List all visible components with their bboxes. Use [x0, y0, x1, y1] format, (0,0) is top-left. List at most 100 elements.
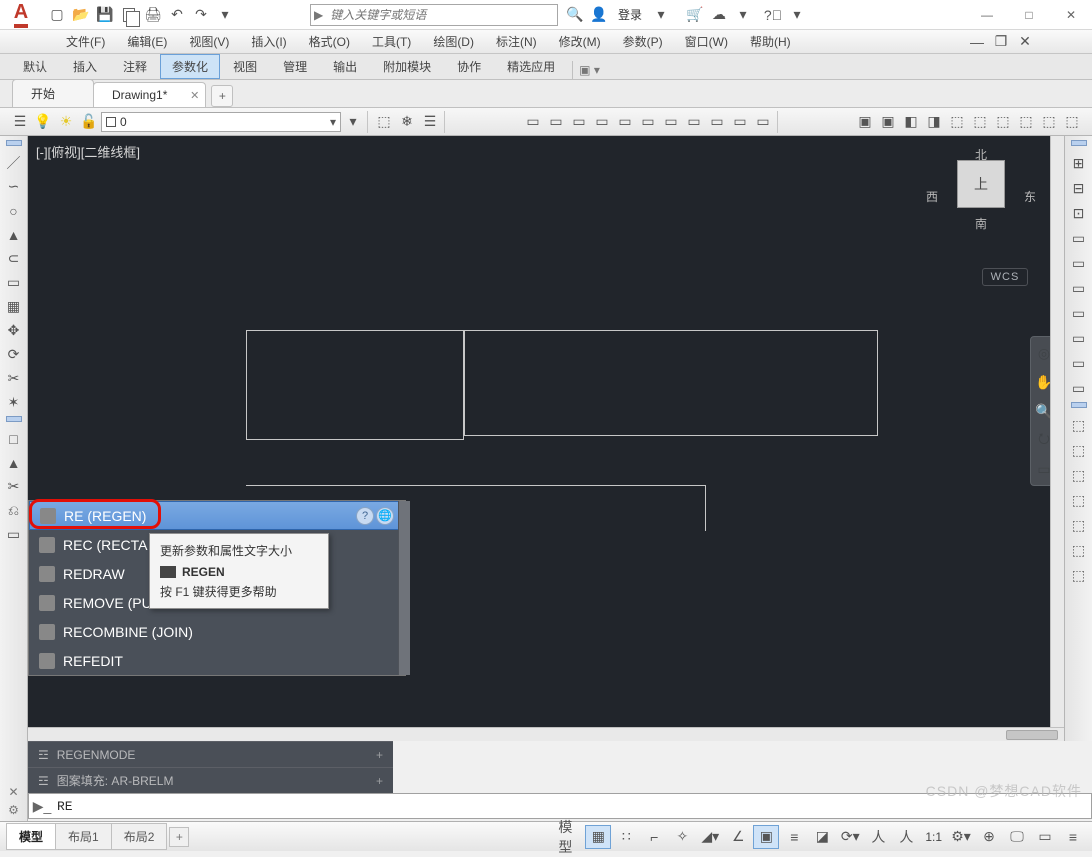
- drawing-canvas[interactable]: [-][俯视][二维线框] 北 西 上 东 南 WCS ◎ ✋ 🔍 ⭮ ▭ R: [28, 136, 1064, 741]
- tb-icon[interactable]: ▭: [1068, 252, 1090, 274]
- menu-help[interactable]: 帮助(H): [740, 31, 801, 52]
- tb-icon[interactable]: ⬚: [1068, 439, 1090, 461]
- menu-format[interactable]: 格式(O): [299, 31, 360, 52]
- viewcube-west[interactable]: 西: [926, 188, 938, 205]
- toolbar-grip[interactable]: [1071, 140, 1087, 146]
- ribbon-tab[interactable]: 精选应用: [494, 53, 568, 79]
- tb-icon[interactable]: ▭: [729, 111, 751, 133]
- suggest-item[interactable]: RECOMBINE (JOIN): [29, 617, 405, 646]
- polar-toggle[interactable]: ✧: [669, 825, 695, 849]
- command-input[interactable]: [55, 799, 1091, 814]
- ribbon-tab[interactable]: 管理: [270, 53, 320, 79]
- iso-toggle[interactable]: ◢▾: [697, 825, 723, 849]
- tb-icon[interactable]: ▭: [1068, 377, 1090, 399]
- ribbon-tab[interactable]: 插入: [60, 53, 110, 79]
- tb-icon[interactable]: ▣: [877, 111, 899, 133]
- layer-dropdown[interactable]: 0 ▾: [101, 112, 341, 132]
- undo-icon[interactable]: ↶: [166, 4, 188, 26]
- menu-tools[interactable]: 工具(T): [362, 31, 421, 52]
- scrollbar-horizontal[interactable]: [28, 727, 1064, 741]
- tb-icon[interactable]: ▭: [522, 111, 544, 133]
- menu-window[interactable]: 窗口(W): [675, 31, 738, 52]
- panel-options-icon[interactable]: ⚙: [8, 803, 19, 817]
- new-icon[interactable]: ▢: [46, 4, 68, 26]
- tb-icon[interactable]: ⎌: [3, 500, 25, 521]
- layer-freeze-icon[interactable]: ❄: [396, 111, 418, 133]
- mirror-icon[interactable]: ▲: [3, 224, 25, 245]
- login-drop-icon[interactable]: ▾: [650, 4, 672, 26]
- tb-icon[interactable]: ▭: [1068, 327, 1090, 349]
- annotation-scale[interactable]: 1:1: [921, 830, 946, 844]
- ribbon-tab[interactable]: 附加模块: [370, 53, 444, 79]
- qat-more-icon[interactable]: ▾: [214, 4, 236, 26]
- tb-icon[interactable]: ⊞: [1068, 152, 1090, 174]
- menu-edit[interactable]: 编辑(E): [117, 31, 177, 52]
- menu-dim[interactable]: 标注(N): [486, 31, 547, 52]
- cycle-toggle[interactable]: ⟳▾: [837, 825, 863, 849]
- lock-icon[interactable]: 🔓: [78, 111, 100, 133]
- scrollbar-vertical[interactable]: [1050, 136, 1064, 727]
- layer-off-icon[interactable]: ⬚: [373, 111, 395, 133]
- globe-icon[interactable]: 🌐: [376, 507, 394, 525]
- clean-screen-icon[interactable]: ▭: [1032, 825, 1058, 849]
- toolbar-grip[interactable]: [1071, 402, 1087, 408]
- plus-icon[interactable]: +: [376, 748, 383, 762]
- saveas-icon[interactable]: [118, 4, 140, 26]
- menu-modify[interactable]: 修改(M): [549, 31, 611, 52]
- tb-icon[interactable]: ▭: [637, 111, 659, 133]
- layer-iso-icon[interactable]: ☰: [419, 111, 441, 133]
- file-tab-start[interactable]: 开始: [12, 79, 94, 107]
- tb-icon[interactable]: ▭: [591, 111, 613, 133]
- tb-icon[interactable]: ▭: [3, 524, 25, 545]
- scrollbar-thumb[interactable]: [1006, 730, 1058, 740]
- file-tab-drawing[interactable]: Drawing1* ✕: [93, 82, 206, 107]
- layout-tab[interactable]: 布局1: [55, 823, 112, 850]
- ribbon-tab-active[interactable]: 参数化: [160, 54, 220, 79]
- tb-icon[interactable]: ▣: [854, 111, 876, 133]
- lineweight-toggle[interactable]: ≡: [781, 825, 807, 849]
- window-maximize[interactable]: □: [1008, 1, 1050, 29]
- anno-scale-toggle[interactable]: 人: [893, 825, 919, 849]
- mdi-restore[interactable]: ❐: [990, 31, 1012, 53]
- tb-icon[interactable]: ⬚: [969, 111, 991, 133]
- history-item[interactable]: ☲REGENMODE+: [28, 741, 393, 767]
- layer-props-icon[interactable]: ☰: [9, 111, 31, 133]
- arc-icon[interactable]: ⊂: [3, 248, 25, 269]
- ribbon-tab[interactable]: 输出: [320, 53, 370, 79]
- ortho-toggle[interactable]: ⌐: [641, 825, 667, 849]
- tb-icon[interactable]: ⬚: [1068, 539, 1090, 561]
- window-minimize[interactable]: ―: [966, 1, 1008, 29]
- cloud-icon[interactable]: ☁: [708, 4, 730, 26]
- rect-icon[interactable]: ▭: [3, 272, 25, 293]
- layout-tab-model[interactable]: 模型: [6, 823, 56, 850]
- status-model-button[interactable]: 模型: [557, 825, 583, 849]
- tb-icon[interactable]: ✂: [3, 476, 25, 497]
- monitor-icon[interactable]: 🖵: [1004, 825, 1030, 849]
- circle-icon[interactable]: ○: [3, 200, 25, 221]
- tb-icon[interactable]: ⊡: [1068, 202, 1090, 224]
- tb-icon[interactable]: ⬚: [1068, 514, 1090, 536]
- menu-view[interactable]: 视图(V): [179, 31, 239, 52]
- snap-toggle[interactable]: ∷: [613, 825, 639, 849]
- tb-icon[interactable]: ▭: [683, 111, 705, 133]
- gear-icon[interactable]: ⚙▾: [948, 825, 974, 849]
- history-item[interactable]: ☲图案填充: AR-BRELM+: [28, 767, 393, 793]
- hatch-icon[interactable]: ▦: [3, 296, 25, 317]
- redo-icon[interactable]: ↷: [190, 4, 212, 26]
- viewport-label[interactable]: [-][俯视][二维线框]: [36, 142, 140, 161]
- tb-icon[interactable]: ▭: [1068, 277, 1090, 299]
- close-tab-icon[interactable]: ✕: [190, 89, 199, 102]
- tb-icon[interactable]: ⬚: [1061, 111, 1083, 133]
- explode-icon[interactable]: ✶: [3, 392, 25, 413]
- tb-icon[interactable]: ⬚: [946, 111, 968, 133]
- tb-icon[interactable]: ⬚: [1038, 111, 1060, 133]
- tb-icon[interactable]: ▭: [660, 111, 682, 133]
- pline-icon[interactable]: ∽: [3, 176, 25, 197]
- mdi-close[interactable]: ✕: [1014, 31, 1036, 53]
- grid-toggle[interactable]: ▦: [585, 825, 611, 849]
- line-icon[interactable]: ／: [3, 152, 25, 173]
- tb-icon[interactable]: ▲: [3, 452, 25, 473]
- ribbon-tab[interactable]: 默认: [10, 53, 60, 79]
- rotate-icon[interactable]: ⟳: [3, 344, 25, 365]
- transparency-toggle[interactable]: ◪: [809, 825, 835, 849]
